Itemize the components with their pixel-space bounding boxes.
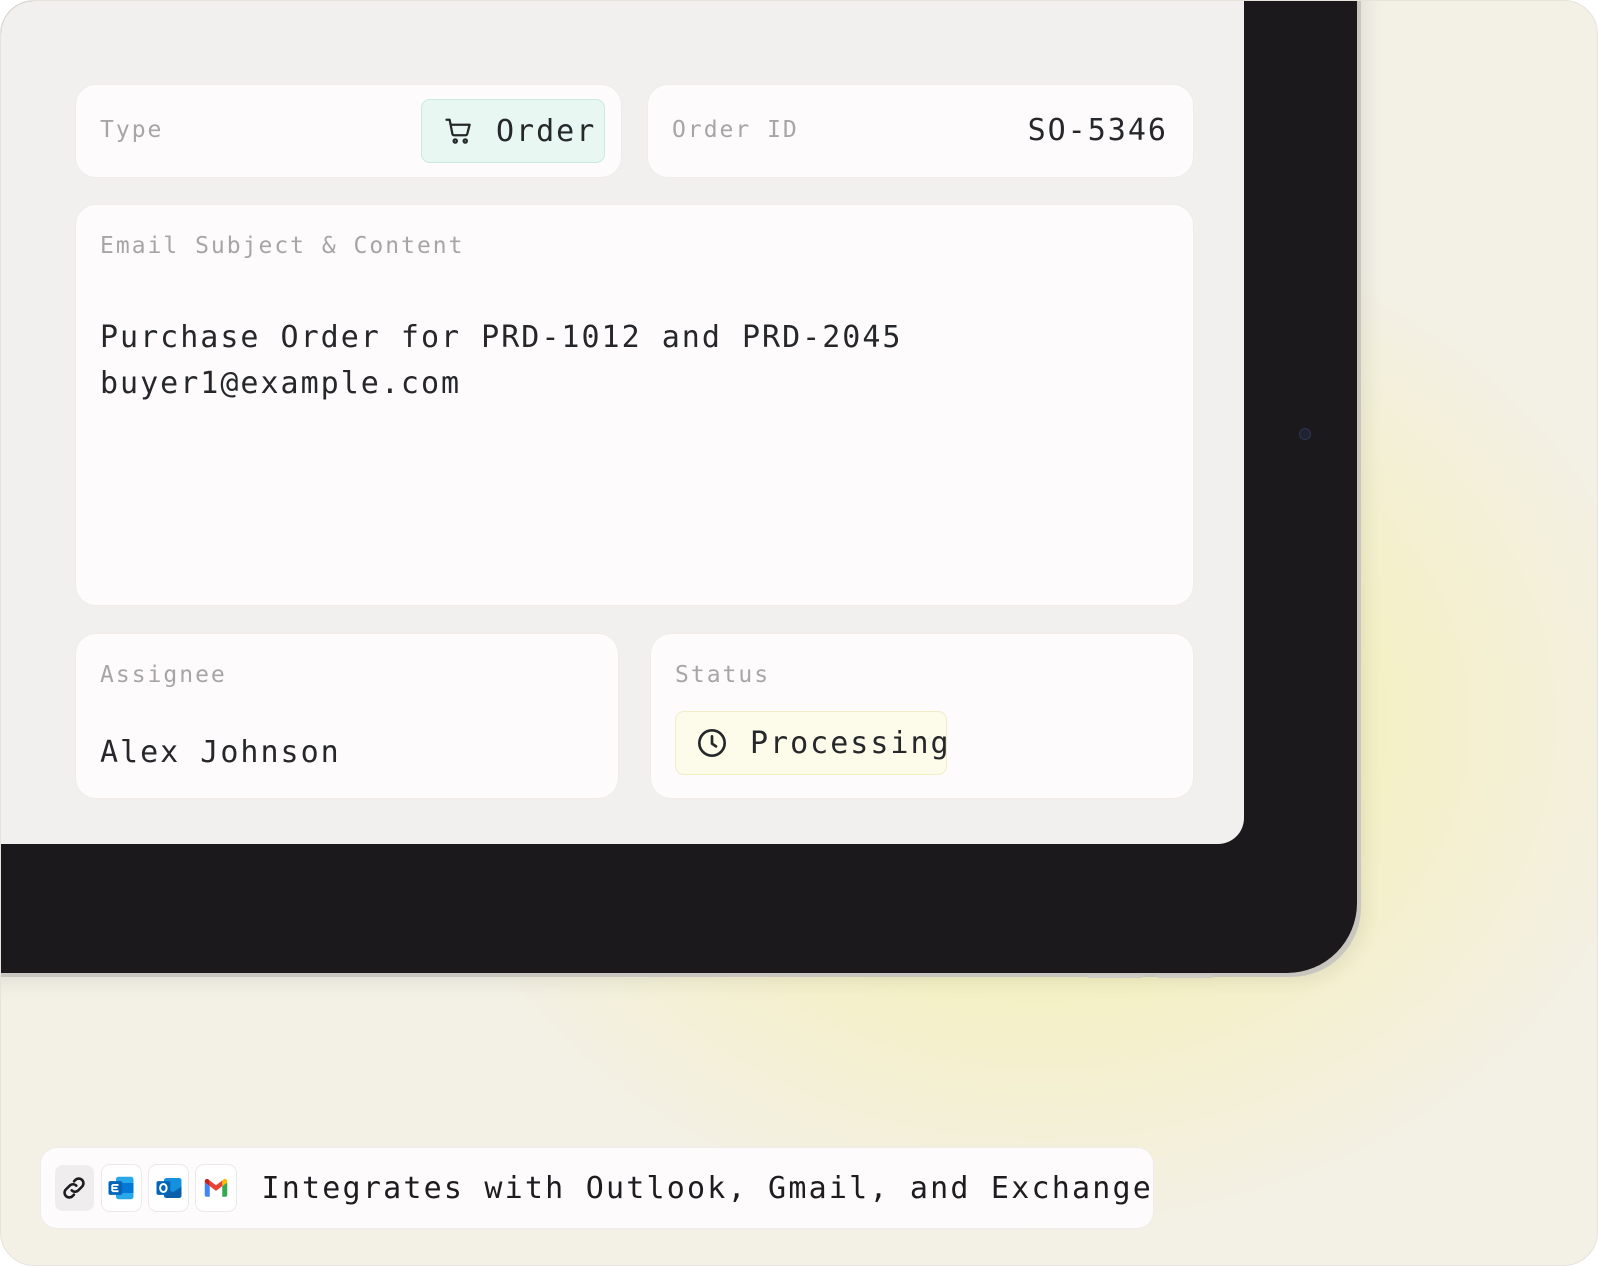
tablet-device-frame: Type Order Order ID SO-5346 Email Subjec…: [1, 1, 1357, 978]
status-card: Status Processing: [651, 634, 1193, 798]
type-label: Type: [100, 117, 164, 143]
email-card: Email Subject & Content Purchase Order f…: [76, 205, 1193, 605]
device-side-button: [1087, 975, 1143, 978]
assignee-value: Alex Johnson: [100, 735, 341, 770]
integrations-text: Integrates with Outlook, Gmail, and Exch…: [261, 1170, 1154, 1206]
integrations-bar: Integrates with Outlook, Gmail, and Exch…: [41, 1148, 1153, 1228]
order-type-chip-label: Order: [496, 113, 597, 149]
order-type-chip[interactable]: Order: [421, 99, 605, 163]
app-screen: Type Order Order ID SO-5346 Email Subjec…: [1, 1, 1244, 844]
email-content: Purchase Order for PRD-1012 and PRD-2045…: [100, 315, 902, 407]
link-icon[interactable]: [54, 1165, 94, 1211]
assignee-label: Assignee: [100, 662, 227, 688]
status-chip-label: Processing: [750, 725, 951, 761]
background-panel: Type Order Order ID SO-5346 Email Subjec…: [0, 0, 1598, 1266]
exchange-icon[interactable]: [101, 1165, 142, 1211]
device-camera: [1299, 428, 1311, 440]
outlook-icon[interactable]: [149, 1165, 189, 1211]
email-sender: buyer1@example.com: [100, 366, 462, 401]
assignee-card: Assignee Alex Johnson: [76, 634, 618, 798]
clock-icon: [696, 727, 728, 759]
email-label: Email Subject & Content: [100, 233, 465, 259]
order-id-label: Order ID: [672, 117, 799, 143]
type-card: Type Order: [76, 85, 621, 177]
order-id-card: Order ID SO-5346: [648, 85, 1193, 177]
status-label: Status: [675, 662, 771, 688]
email-subject: Purchase Order for PRD-1012 and PRD-2045: [100, 320, 903, 355]
order-id-value: SO-5346: [1027, 113, 1168, 148]
shopping-cart-icon: [444, 116, 474, 146]
device-side-button: [1157, 975, 1213, 978]
gmail-icon[interactable]: [196, 1165, 236, 1211]
status-chip[interactable]: Processing: [675, 711, 949, 775]
